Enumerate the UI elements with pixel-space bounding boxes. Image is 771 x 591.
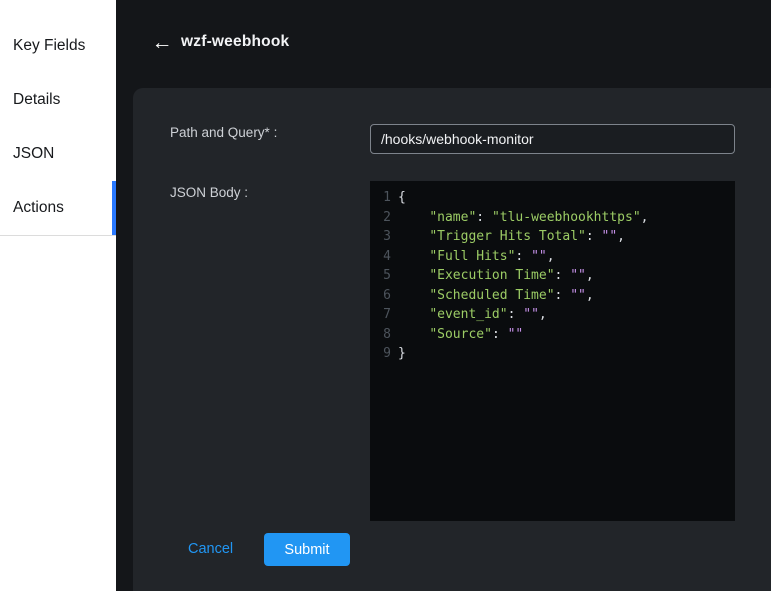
code-text: "Source": ""	[398, 325, 523, 345]
form-card: Path and Query* : JSON Body : 1{2 "name"…	[133, 88, 771, 591]
sidebar-item-label: Details	[13, 91, 60, 109]
code-line: 2 "name": "tlu-weebhookhttps",	[370, 208, 735, 228]
sidebar-divider	[0, 235, 116, 236]
sidebar-item-key-fields[interactable]: Key Fields	[0, 19, 116, 73]
main-panel: ← wzf-weebhook Path and Query* : JSON Bo…	[116, 0, 771, 591]
sidebar-item-json[interactable]: JSON	[0, 127, 116, 181]
app-window: Key Fields Details JSON Actions ← wzf-weebh…	[0, 0, 771, 591]
json-body-label: JSON Body :	[170, 185, 248, 200]
line-number: 1	[370, 188, 398, 208]
code-text: "event_id": "",	[398, 305, 547, 325]
code-text: "name": "tlu-weebhookhttps",	[398, 208, 648, 228]
back-arrow-icon[interactable]: ←	[149, 30, 175, 56]
json-body-editor[interactable]: 1{2 "name": "tlu-weebhookhttps",3 "Trigg…	[370, 181, 735, 521]
code-line: 7 "event_id": "",	[370, 305, 735, 325]
page-title: wzf-weebhook	[181, 33, 289, 51]
code-line: 1{	[370, 188, 735, 208]
code-text: "Trigger Hits Total": "",	[398, 227, 625, 247]
code-line: 3 "Trigger Hits Total": "",	[370, 227, 735, 247]
line-number: 8	[370, 325, 398, 345]
sidebar-item-details[interactable]: Details	[0, 73, 116, 127]
cancel-button[interactable]: Cancel	[188, 541, 233, 557]
line-number: 7	[370, 305, 398, 325]
line-number: 9	[370, 344, 398, 364]
code-text: "Full Hits": "",	[398, 247, 555, 267]
line-number: 6	[370, 286, 398, 306]
line-number: 5	[370, 266, 398, 286]
sidebar-item-label: JSON	[13, 145, 54, 163]
json-editor-lines: 1{2 "name": "tlu-weebhookhttps",3 "Trigg…	[370, 188, 735, 364]
code-line: 6 "Scheduled Time": "",	[370, 286, 735, 306]
path-and-query-label: Path and Query* :	[170, 125, 277, 140]
code-text: "Execution Time": "",	[398, 266, 594, 286]
code-text: {	[398, 188, 406, 208]
line-number: 4	[370, 247, 398, 267]
sidebar-item-actions[interactable]: Actions	[0, 181, 116, 235]
sidebar-nav: Key Fields Details JSON Actions	[0, 19, 116, 235]
line-number: 3	[370, 227, 398, 247]
code-text: }	[398, 344, 406, 364]
sidebar-item-label: Actions	[13, 199, 64, 217]
path-and-query-input[interactable]	[370, 124, 735, 154]
submit-button[interactable]: Submit	[264, 533, 350, 566]
code-text: "Scheduled Time": "",	[398, 286, 594, 306]
code-line: 5 "Execution Time": "",	[370, 266, 735, 286]
code-line: 8 "Source": ""	[370, 325, 735, 345]
code-line: 9}	[370, 344, 735, 364]
sidebar-item-label: Key Fields	[13, 37, 85, 55]
line-number: 2	[370, 208, 398, 228]
header: ← wzf-weebhook	[116, 0, 771, 88]
code-line: 4 "Full Hits": "",	[370, 247, 735, 267]
sidebar: Key Fields Details JSON Actions	[0, 0, 116, 591]
